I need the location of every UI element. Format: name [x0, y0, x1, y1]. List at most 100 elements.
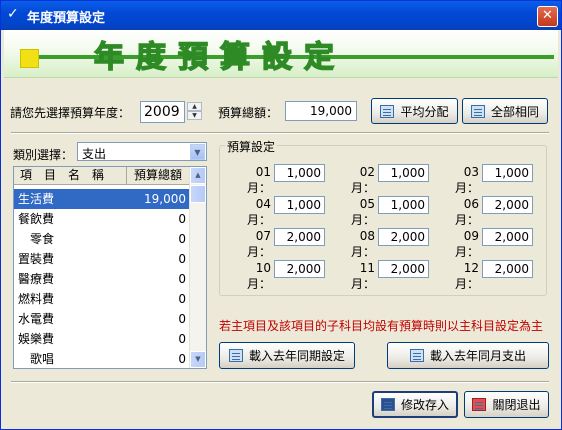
month-label: 06 月：	[454, 197, 479, 227]
average-distribute-label: 平均分配	[400, 104, 449, 119]
item-amount: 0	[178, 312, 186, 326]
item-name: 醫療費	[18, 272, 55, 286]
close-icon: ✕	[542, 8, 553, 23]
spin-up-icon[interactable]: ▲	[187, 102, 202, 111]
scroll-thumb[interactable]	[190, 185, 206, 203]
month-label: 04 月：	[246, 197, 271, 227]
month-07-input[interactable]: 2,000	[274, 228, 325, 246]
item-amount: 0	[178, 272, 186, 286]
separator	[11, 381, 549, 383]
category-select[interactable]: 支出 ▼	[77, 142, 207, 161]
month-05-input[interactable]: 1,000	[378, 196, 429, 214]
month-label: 05 月：	[350, 197, 375, 227]
item-name: 燃料費	[18, 292, 55, 306]
calculator-icon	[380, 104, 395, 118]
category-value: 支出	[82, 147, 107, 161]
month-label: 07 月：	[246, 229, 271, 259]
item-name: 生活費	[18, 192, 55, 206]
item-amount: 0	[178, 232, 186, 246]
month-label: 08 月：	[350, 229, 375, 259]
load-last-year-expense-button[interactable]: 載入去年同月支出	[387, 342, 549, 369]
average-distribute-button[interactable]: 平均分配	[371, 98, 458, 124]
budget-group-title: 預算設定	[225, 138, 278, 155]
list-item[interactable]: 歌唱 0	[14, 349, 190, 368]
close-window-button[interactable]: ✕	[537, 6, 558, 27]
exit-label: 關閉退出	[492, 398, 541, 412]
item-amount: 19,000	[144, 192, 186, 206]
item-name: 歌唱	[18, 352, 55, 366]
list-scrollbar[interactable]: ▲ ▼	[189, 167, 206, 368]
item-amount: 0	[178, 292, 186, 306]
month-09-input[interactable]: 2,000	[482, 228, 533, 246]
load-last-year-setting-button[interactable]: 載入去年同期設定	[219, 342, 355, 369]
load-last-year-expense-label: 載入去年同月支出	[429, 349, 526, 363]
total-budget-field[interactable]: 19,000	[285, 101, 357, 121]
month-04-input[interactable]: 1,000	[274, 196, 325, 214]
year-input[interactable]: 2009	[140, 101, 185, 123]
all-same-label: 全部相同	[490, 104, 539, 119]
year-spinner[interactable]: ▲ ▼	[187, 102, 202, 122]
title-bar[interactable]: ✓ 年度預算設定 ✕	[1, 1, 561, 30]
total-label: 預算總額：	[218, 106, 279, 120]
window-title: 年度預算設定	[27, 11, 106, 26]
load-icon	[409, 349, 424, 362]
load-icon	[228, 349, 243, 362]
month-02-input[interactable]: 1,000	[378, 164, 429, 182]
chevron-down-icon[interactable]: ▼	[190, 144, 205, 160]
month-12-input[interactable]: 2,000	[482, 260, 533, 278]
save-label: 修改存入	[400, 398, 449, 412]
list-item[interactable]: 置裝費 0	[14, 249, 190, 269]
item-name: 水電費	[18, 312, 55, 326]
month-label: 12 月：	[454, 261, 479, 291]
exit-button[interactable]: 關閉退出	[464, 391, 549, 418]
list-item[interactable]: 醫療費 0	[14, 269, 190, 289]
load-last-year-setting-label: 載入去年同期設定	[248, 349, 345, 363]
month-06-input[interactable]: 2,000	[482, 196, 533, 214]
scroll-up-icon[interactable]: ▲	[190, 167, 206, 184]
exit-icon	[472, 398, 487, 411]
category-label: 類別選擇：	[13, 148, 74, 162]
header-banner: 年度預算設定	[4, 30, 558, 78]
list-item[interactable]: 水電費 0	[14, 309, 190, 329]
banner-square	[20, 49, 39, 68]
month-label: 10 月：	[246, 261, 271, 291]
column-header-amount[interactable]: 預算總額	[127, 167, 190, 185]
category-list[interactable]: 項 目 名 稱 預算總額 生活費 19,000 餐飲費 0 零食 0 置裝費 0 醫療費…	[13, 166, 207, 369]
list-item[interactable]: 生活費 19,000	[14, 189, 190, 209]
banner-title: 年度預算設定	[93, 39, 346, 76]
app-icon: ✓	[7, 6, 19, 22]
month-label: 01 月：	[246, 165, 271, 195]
month-08-input[interactable]: 2,000	[378, 228, 429, 246]
calculator-icon	[470, 104, 485, 118]
month-11-input[interactable]: 2,000	[378, 260, 429, 278]
budget-window: ✓ 年度預算設定 ✕ 年度預算設定 請您先選擇預算年度： 2009 ▲ ▼ 預算…	[0, 0, 562, 430]
month-label: 11 月：	[350, 261, 375, 291]
item-name: 餐飲費	[18, 212, 55, 226]
all-same-button[interactable]: 全部相同	[462, 98, 548, 124]
month-label: 09 月：	[454, 229, 479, 259]
column-header-name[interactable]: 項 目 名 稱	[14, 167, 127, 185]
list-item[interactable]: 燃料費 0	[14, 289, 190, 309]
year-label: 請您先選擇預算年度：	[10, 106, 131, 120]
month-01-input[interactable]: 1,000	[274, 164, 325, 182]
list-item[interactable]: 零食 0	[14, 229, 190, 249]
list-item[interactable]: 餐飲費 0	[14, 209, 190, 229]
item-name: 娛樂費	[18, 332, 55, 346]
month-03-input[interactable]: 1,000	[482, 164, 533, 182]
month-label: 03 月：	[454, 165, 479, 195]
item-name: 零食	[18, 232, 55, 246]
save-button[interactable]: 修改存入	[372, 391, 458, 418]
separator	[11, 132, 549, 134]
item-amount: 0	[178, 352, 186, 366]
month-label: 02 月：	[350, 165, 375, 195]
floppy-disk-icon	[380, 398, 395, 411]
item-amount: 0	[178, 252, 186, 266]
list-item[interactable]: 娛樂費 0	[14, 329, 190, 349]
month-10-input[interactable]: 2,000	[274, 260, 325, 278]
scroll-down-icon[interactable]: ▼	[190, 351, 206, 368]
spin-down-icon[interactable]: ▼	[187, 111, 202, 120]
budget-note: 若主項目及該項目的子科目均設有預算時則以主科目設定為主	[219, 319, 544, 333]
year-value: 2009	[144, 104, 180, 120]
item-amount: 0	[178, 332, 186, 346]
item-name: 置裝費	[18, 252, 55, 266]
